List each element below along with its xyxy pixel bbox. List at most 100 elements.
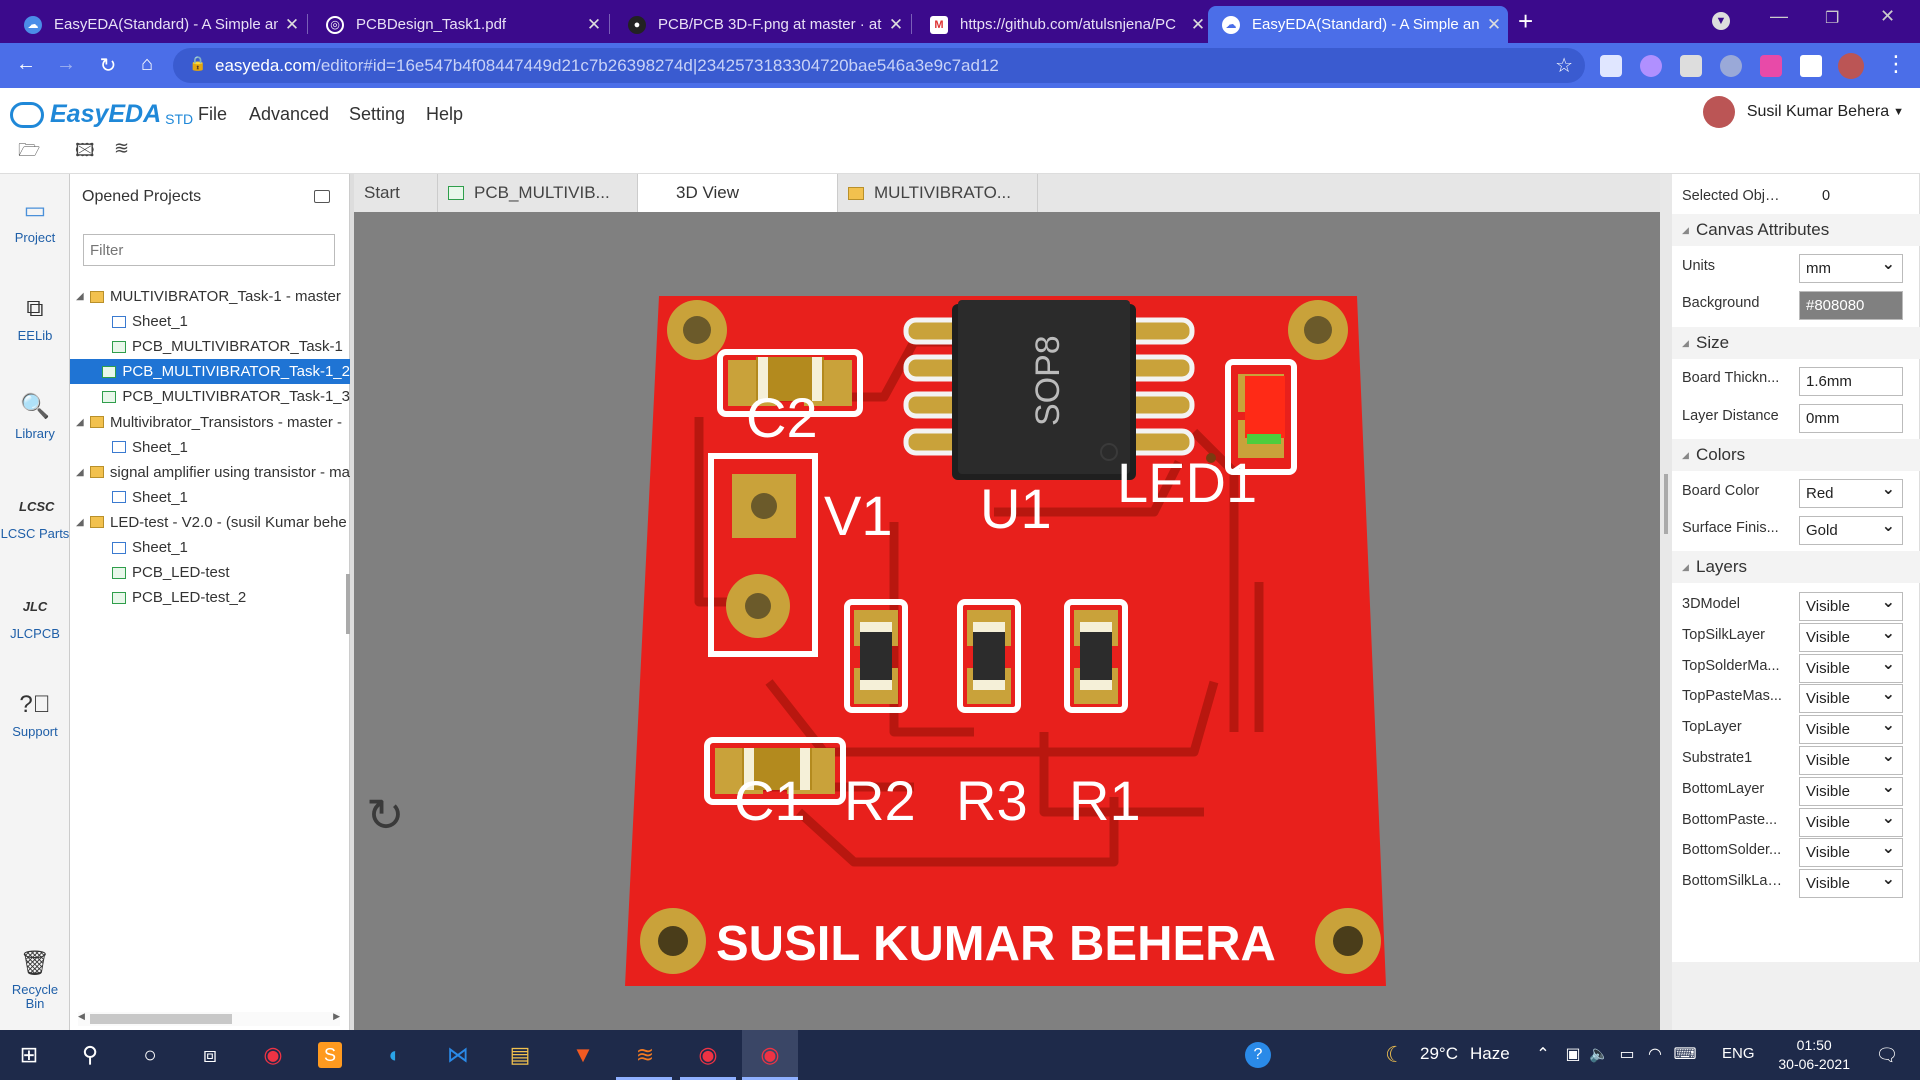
layer-distance-input[interactable]: 0mm <box>1799 404 1903 433</box>
layer-visibility-select[interactable]: Visible <box>1799 866 1903 899</box>
close-icon[interactable]: ✕ <box>278 15 306 35</box>
horizontal-scrollbar[interactable]: ◀ ▶ <box>78 1011 340 1026</box>
layer-visibility-select[interactable]: Visible <box>1799 712 1903 745</box>
volume-icon[interactable]: 🔈 <box>1584 1040 1614 1070</box>
tray-chevron-icon[interactable]: ⌃ <box>1528 1040 1558 1070</box>
restore-button[interactable]: ❐ <box>1825 8 1839 28</box>
address-bar[interactable]: 🔒 easyeda.com/editor#id=16e547b4f0844744… <box>173 48 1585 83</box>
bookmark-star-icon[interactable]: ☆ <box>1555 53 1573 78</box>
project-tree-folder[interactable]: ◢ MULTIVIBRATOR_Task-1 - master <box>70 284 350 309</box>
file-explorer-icon[interactable]: ▤ <box>505 1040 535 1070</box>
profile-avatar[interactable] <box>1838 53 1864 79</box>
project-tree-item[interactable]: Sheet_1 <box>70 309 350 334</box>
3d-view-canvas[interactable]: SOP8 C2 V1 U1 LED1 C1 R2 R3 R1 SUSIL KUM… <box>354 212 1660 1030</box>
forward-button[interactable]: → <box>52 53 80 76</box>
tab-project[interactable]: MULTIVIBRATO... <box>838 174 1038 212</box>
close-icon[interactable]: ✕ <box>580 15 608 35</box>
user-menu[interactable]: Susil Kumar Behera ▼ <box>1702 96 1904 128</box>
layer-visibility-select[interactable]: Visible <box>1799 620 1903 652</box>
help-icon[interactable]: ? <box>1245 1042 1271 1068</box>
tab-pcb[interactable]: PCB_MULTIVIB... <box>438 174 638 212</box>
brave-icon[interactable]: ▼ <box>568 1040 598 1070</box>
layers-icon[interactable]: ≋ <box>114 138 140 160</box>
section-size[interactable]: ◢ Size <box>1672 327 1920 359</box>
chrome-profile-icon[interactable]: ◉ <box>693 1040 723 1070</box>
close-icon[interactable]: ✕ <box>882 15 910 35</box>
menu-help[interactable]: Help <box>426 104 463 125</box>
vscode-icon[interactable]: ⋈ <box>443 1040 473 1070</box>
extension-icon[interactable] <box>1720 55 1742 77</box>
menu-advanced[interactable]: Advanced <box>249 104 329 125</box>
cortana-icon[interactable]: ○ <box>135 1040 165 1070</box>
notifications-icon[interactable]: 🗨 <box>1872 1040 1902 1070</box>
project-tree-item[interactable]: PCB_LED-test_2 <box>70 585 350 610</box>
minimize-button[interactable]: — <box>1770 6 1788 27</box>
surface-finish-select[interactable]: Gold <box>1799 513 1903 545</box>
puzzle-icon[interactable] <box>1800 55 1822 77</box>
extension-icon[interactable] <box>1680 55 1702 77</box>
weather-temp[interactable]: 29°C <box>1420 1044 1458 1064</box>
expand-toggle-icon[interactable]: ◢ <box>76 417 90 428</box>
layer-visibility-select[interactable]: Visible <box>1799 743 1903 775</box>
background-color-input[interactable]: #808080 <box>1799 291 1903 320</box>
sidebar-item-library[interactable]: 🔍 Library <box>0 392 70 441</box>
layer-visibility-select[interactable]: Visible <box>1799 835 1903 868</box>
keyboard-icon[interactable]: ⌨ <box>1670 1040 1700 1070</box>
expand-toggle-icon[interactable]: ◢ <box>76 291 90 302</box>
wifi-icon[interactable]: ◠ <box>1640 1040 1670 1070</box>
reset-view-icon[interactable]: ↻ <box>366 790 416 840</box>
project-tree-folder[interactable]: ◢ Multivibrator_Transistors - master - <box>70 410 350 435</box>
layer-visibility-select[interactable]: Visible <box>1799 651 1903 683</box>
sublime-icon[interactable]: S <box>318 1042 342 1068</box>
close-window-button[interactable]: ✕ <box>1880 6 1895 27</box>
chrome-icon[interactable]: ◉ <box>258 1040 288 1070</box>
close-icon[interactable]: ✕ <box>1480 15 1508 35</box>
sidebar-item-jlcpcb[interactable]: JLC JLCPCB <box>0 592 70 641</box>
tab-3d-view[interactable]: 3D View <box>638 174 838 212</box>
search-icon[interactable]: ⚲ <box>75 1040 105 1070</box>
terminal-app-icon[interactable]: ≋ <box>630 1040 660 1070</box>
open-folder-icon[interactable]: 🗁 <box>18 138 44 160</box>
browser-tab[interactable]: M https://github.com/atulsnjena/PC ✕ <box>916 6 1212 43</box>
layer-visibility-select[interactable]: Visible <box>1799 681 1903 714</box>
project-tree-item[interactable]: PCB_MULTIVIBRATOR_Task-1 <box>70 334 350 359</box>
extension-icon[interactable] <box>1640 55 1662 77</box>
tab-search-icon[interactable]: ▼ <box>1712 12 1730 30</box>
extension-icon[interactable] <box>1600 55 1622 77</box>
extension-icon[interactable] <box>1760 55 1782 77</box>
filter-input[interactable] <box>83 234 335 266</box>
section-layers[interactable]: ◢ Layers <box>1672 551 1920 583</box>
home-icon[interactable]: ⌂ <box>133 53 161 76</box>
layer-visibility-select[interactable]: Visible <box>1799 805 1903 837</box>
chrome-active-icon[interactable]: ◉ <box>755 1040 785 1070</box>
task-view-icon[interactable]: ⧈ <box>195 1040 225 1070</box>
units-select[interactable]: mm <box>1799 251 1903 283</box>
section-colors[interactable]: ◢ Colors <box>1672 439 1920 471</box>
windows-start-icon[interactable]: ⊞ <box>14 1040 44 1070</box>
image-icon[interactable]: 🖾 <box>75 138 101 160</box>
browser-tab[interactable]: ☁ EasyEDA(Standard) - A Simple an ✕ <box>10 6 306 43</box>
pcb-3d-render[interactable]: SOP8 C2 V1 U1 LED1 C1 R2 R3 R1 SUSIL KUM… <box>354 212 1660 1030</box>
project-tree-item[interactable]: Sheet_1 <box>70 485 350 510</box>
reload-button[interactable]: ↻ <box>94 53 122 78</box>
menu-setting[interactable]: Setting <box>349 104 405 125</box>
edge-icon[interactable]: ◐ <box>380 1040 410 1070</box>
project-tree-item[interactable]: Sheet_1 <box>70 535 350 560</box>
sidebar-item-project[interactable]: ▭ Project <box>0 196 70 245</box>
expand-toggle-icon[interactable]: ◢ <box>76 517 90 528</box>
sidebar-item-recycle-bin[interactable]: 🗑 Recycle Bin <box>7 949 63 1011</box>
layer-visibility-select[interactable]: Visible <box>1799 774 1903 806</box>
tab-start[interactable]: Start <box>354 174 438 212</box>
project-tree-item[interactable]: PCB_MULTIVIBRATOR_Task-1_3 <box>70 384 350 409</box>
weather-text[interactable]: Haze <box>1470 1044 1510 1064</box>
expand-toggle-icon[interactable]: ◢ <box>76 467 90 478</box>
language-indicator[interactable]: ENG <box>1722 1045 1755 1062</box>
new-tab-button[interactable]: + <box>1518 6 1533 37</box>
board-thickness-input[interactable]: 1.6mm <box>1799 367 1903 396</box>
menu-file[interactable]: File <box>198 104 227 125</box>
board-color-select[interactable]: Red <box>1799 476 1903 508</box>
sidebar-item-lcsc-parts[interactable]: LCSC LCSC Parts <box>0 492 70 541</box>
right-splitter[interactable] <box>1660 174 1672 1030</box>
browser-tab[interactable]: ● PCB/PCB 3D-F.png at master · atı ✕ <box>614 6 910 43</box>
project-tree-item[interactable]: Sheet_1 <box>70 435 350 460</box>
